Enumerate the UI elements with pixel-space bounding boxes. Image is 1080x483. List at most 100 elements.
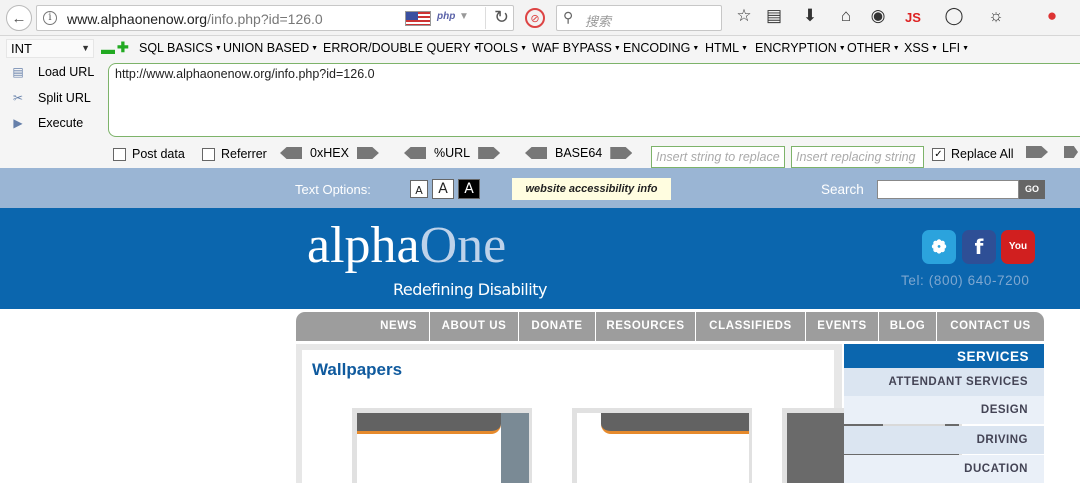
post-data-checkbox[interactable]: Post data: [113, 147, 185, 161]
minus-icon[interactable]: ▬: [101, 41, 115, 57]
replace-from-input[interactable]: Insert string to replace: [651, 146, 785, 168]
nav-classifieds[interactable]: CLASSIFIEDS: [696, 312, 806, 341]
type-select[interactable]: INT ▼: [6, 39, 94, 58]
thumbnail-image: [357, 413, 529, 483]
menu-label: WAF BYPASS: [532, 41, 612, 55]
arrow-right-icon[interactable]: [478, 147, 501, 159]
text-size-large[interactable]: A: [458, 179, 480, 199]
menu-html[interactable]: HTML ▼: [705, 41, 748, 55]
caret-icon: ▼: [962, 45, 969, 53]
back-button[interactable]: ←: [6, 5, 32, 31]
services-heading: SERVICES: [844, 344, 1044, 368]
reading-list-icon[interactable]: ▤: [762, 6, 786, 26]
load-url-icon: ▤: [12, 65, 24, 79]
caret-icon: ▼: [520, 45, 528, 53]
nav-news[interactable]: NEWS: [296, 312, 430, 341]
twitter-icon[interactable]: ❁: [922, 230, 956, 264]
nav-blog[interactable]: BLOG: [879, 312, 937, 341]
base64-encoder: BASE64: [517, 146, 640, 160]
service-education[interactable]: DUCATION: [844, 455, 1044, 483]
wallpaper-thumbnail[interactable]: [572, 408, 752, 483]
reload-icon[interactable]: ↻: [485, 7, 509, 29]
accessibility-bar: Text Options: A A A website accessibilit…: [0, 168, 1080, 208]
arrow-right-icon[interactable]: [1064, 146, 1078, 158]
caret-icon: ▼: [214, 45, 222, 53]
service-design[interactable]: DESIGN: [844, 396, 1044, 424]
site-header: alphaOne Redefining Disability ❁ f You T…: [0, 208, 1080, 309]
arrow-right-icon[interactable]: [610, 147, 633, 159]
profile-icon[interactable]: ●: [1040, 6, 1064, 26]
main-nav: NEWS ABOUT US DONATE RESOURCES CLASSIFIE…: [296, 312, 1044, 341]
menu-tools[interactable]: TOOLS ▼: [476, 41, 527, 55]
menu-xss[interactable]: XSS ▼: [904, 41, 938, 55]
caret-icon: ▼: [692, 45, 700, 53]
site-search-go-button[interactable]: GO: [1019, 180, 1045, 199]
browser-search-input[interactable]: ⚲ 搜索: [556, 5, 722, 31]
menu-encoding[interactable]: ENCODING ▼: [623, 41, 699, 55]
menu-label: ENCRYPTION: [755, 41, 837, 55]
site-search-input[interactable]: [877, 180, 1019, 199]
replace-all-checkbox[interactable]: ✓ Replace All: [932, 147, 1014, 161]
arrow-right-icon[interactable]: [356, 147, 379, 159]
split-url-label: Split URL: [38, 91, 91, 105]
split-url-button[interactable]: ✂ Split URL: [8, 91, 91, 105]
phone-number: Tel: (800) 640-7200: [901, 273, 1030, 288]
service-driving[interactable]: DRIVING: [844, 426, 1044, 454]
nav-resources[interactable]: RESOURCES: [596, 312, 696, 341]
chevron-down-icon[interactable]: ▼: [459, 11, 469, 22]
text-size-medium[interactable]: A: [432, 179, 454, 199]
us-flag-icon: [405, 11, 431, 26]
menu-label: TOOLS: [476, 41, 519, 55]
palette-icon[interactable]: ☼: [984, 6, 1008, 26]
checkbox-box: [202, 147, 215, 161]
download-icon[interactable]: ⬇: [798, 6, 822, 26]
site-logo[interactable]: alphaOne: [307, 216, 506, 275]
wallpaper-thumbnail[interactable]: [352, 408, 532, 483]
nav-contact-us[interactable]: CONTACT US: [937, 312, 1044, 341]
accessibility-info-link[interactable]: website accessibility info: [512, 178, 671, 200]
logo-alpha: alpha: [307, 217, 420, 274]
url-textarea[interactable]: http://www.alphaonenow.org/info.php?id=1…: [108, 63, 1080, 137]
js-toggle[interactable]: JS: [905, 10, 921, 25]
menu-union-based[interactable]: UNION BASED ▼: [223, 41, 318, 55]
load-url-button[interactable]: ▤ Load URL: [8, 65, 94, 79]
referrer-checkbox[interactable]: Referrer: [202, 147, 267, 161]
nav-events[interactable]: EVENTS: [806, 312, 879, 341]
menu-error-double-query[interactable]: ERROR/DOUBLE QUERY ▼: [323, 41, 480, 55]
execute-label: Execute: [38, 116, 84, 130]
menu-other[interactable]: OTHER ▼: [847, 41, 900, 55]
execute-button[interactable]: ▶ Execute: [8, 116, 83, 130]
home-icon[interactable]: ⌂: [834, 6, 858, 26]
arrow-left-icon[interactable]: [280, 147, 302, 159]
blocker-icon[interactable]: ⊘: [525, 8, 545, 28]
checkmark-icon: ✓: [932, 147, 945, 161]
facebook-icon[interactable]: f: [962, 230, 996, 264]
replace-to-input[interactable]: Insert replacing string: [791, 146, 924, 168]
info-icon[interactable]: i: [43, 11, 57, 25]
service-attendant[interactable]: ATTENDANT SERVICES: [844, 368, 1044, 396]
youtube-icon[interactable]: You: [1001, 230, 1035, 264]
nav-about-us[interactable]: ABOUT US: [430, 312, 519, 341]
menu-waf-bypass[interactable]: WAF BYPASS ▼: [532, 41, 621, 55]
bookmark-star-icon[interactable]: ☆: [732, 6, 756, 26]
search-placeholder: 搜索: [585, 14, 612, 29]
menu-label: ERROR/DOUBLE QUERY: [323, 41, 471, 55]
arrow-left-icon[interactable]: [404, 147, 426, 159]
addon-icon[interactable]: ◯: [942, 6, 966, 26]
post-data-label: Post data: [132, 147, 185, 161]
arrow-left-icon[interactable]: [525, 147, 547, 159]
menu-sql-basics[interactable]: SQL BASICS ▼: [139, 41, 222, 55]
address-bar[interactable]: i www.alphaonenow.org/info.php?id=126.0 …: [36, 5, 514, 31]
scissors-icon: ✂: [12, 91, 24, 105]
nav-donate[interactable]: DONATE: [519, 312, 596, 341]
url-enc-label: %URL: [434, 146, 471, 160]
menu-label: XSS: [904, 41, 930, 55]
arrow-right-icon[interactable]: [1026, 146, 1048, 158]
globe-icon[interactable]: ◉: [866, 6, 890, 26]
base64-label: BASE64: [555, 146, 603, 160]
menu-encryption[interactable]: ENCRYPTION ▼: [755, 41, 846, 55]
menu-lfi[interactable]: LFI ▼: [942, 41, 969, 55]
text-size-small[interactable]: A: [410, 180, 428, 198]
menu-label: SQL BASICS: [139, 41, 213, 55]
plus-icon[interactable]: ✚: [117, 39, 129, 56]
